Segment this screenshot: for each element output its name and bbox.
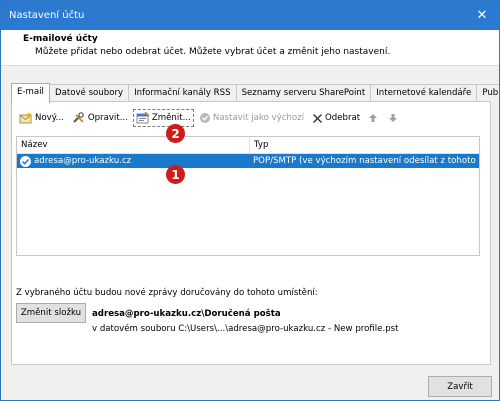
new-account-button[interactable]: Nový...: [16, 110, 67, 126]
list-header: Název Typ: [17, 137, 479, 154]
default-account-check-icon: [20, 155, 31, 167]
tab-rss-feeds[interactable]: Informační kanály RSS: [128, 84, 237, 102]
remove-account-label: Odebrat: [325, 113, 361, 123]
account-toolbar: Nový... Opravit... Změnit... Nastavit ja…: [16, 109, 405, 127]
account-type: POP/SMTP (ve výchozím nastavení odesílat…: [253, 156, 479, 166]
move-up-button[interactable]: [365, 110, 383, 126]
repair-account-label: Opravit...: [87, 113, 128, 123]
arrow-up-icon: [369, 114, 378, 122]
new-mail-icon: [19, 112, 32, 124]
default-check-icon: [199, 113, 210, 123]
new-account-label: Nový...: [35, 113, 64, 123]
account-settings-window: Nastavení účtu ✕ E-mailové účty Můžete p…: [0, 0, 500, 401]
callout-badge-2: 2: [166, 124, 185, 143]
change-account-button[interactable]: Změnit...: [132, 109, 194, 127]
delivery-folder: adresa@pro-ukazku.cz\Doručená pošta: [92, 309, 281, 319]
callout-badge-1: 1: [166, 165, 185, 184]
remove-account-button[interactable]: Odebrat: [309, 110, 363, 126]
arrow-down-icon: [389, 114, 398, 122]
header-subtitle: Můžete přidat nebo odebrat účet. Můžete …: [35, 47, 391, 57]
remove-x-icon: [313, 113, 323, 123]
header-title: E-mailové účty: [23, 34, 98, 44]
close-button[interactable]: Zavřít: [428, 376, 492, 397]
delivery-location-label: Z vybraného účtu budou nové zprávy doruč…: [16, 288, 318, 298]
column-header-type[interactable]: Typ: [250, 137, 268, 153]
column-header-name[interactable]: Název: [17, 137, 250, 153]
tab-internet-calendars[interactable]: Internetové kalendáře: [370, 84, 478, 102]
dialog-header: E-mailové účty Můžete přidat nebo odebra…: [1, 30, 499, 66]
change-folder-button[interactable]: Změnit složku: [16, 303, 86, 323]
set-default-label: Nastavit jako výchozí: [212, 113, 305, 123]
account-name: adresa@pro-ukazku.cz: [34, 156, 132, 166]
repair-account-button[interactable]: Opravit...: [69, 110, 131, 126]
title-bar: Nastavení účtu ✕: [1, 1, 499, 30]
email-tab-panel: Nový... Opravit... Změnit... Nastavit ja…: [11, 101, 491, 365]
tab-data-files[interactable]: Datové soubory: [48, 84, 130, 102]
set-default-button[interactable]: Nastavit jako výchozí: [196, 110, 307, 126]
tab-strip: E-mail Datové soubory Informační kanály …: [11, 83, 499, 103]
account-name-cell: adresa@pro-ukazku.cz: [17, 155, 249, 167]
repair-tools-icon: [73, 112, 84, 123]
change-settings-icon: [136, 112, 150, 124]
close-window-icon[interactable]: ✕: [465, 1, 499, 30]
window-title: Nastavení účtu: [9, 10, 85, 21]
tab-sharepoint-lists[interactable]: Seznamy serveru SharePoint: [235, 84, 372, 102]
change-account-label: Změnit...: [151, 113, 191, 123]
delivery-data-file-path: v datovém souboru C:\Users\...\adresa@pr…: [92, 324, 399, 334]
tab-email[interactable]: E-mail: [11, 83, 50, 103]
tab-published-calendars[interactable]: Publi: [476, 84, 499, 102]
table-row[interactable]: adresa@pro-ukazku.cz POP/SMTP (ve výchoz…: [17, 154, 479, 168]
move-down-button[interactable]: [385, 110, 403, 126]
accounts-list: Název Typ adresa@pro-ukazku.cz POP/SMTP …: [16, 136, 480, 256]
